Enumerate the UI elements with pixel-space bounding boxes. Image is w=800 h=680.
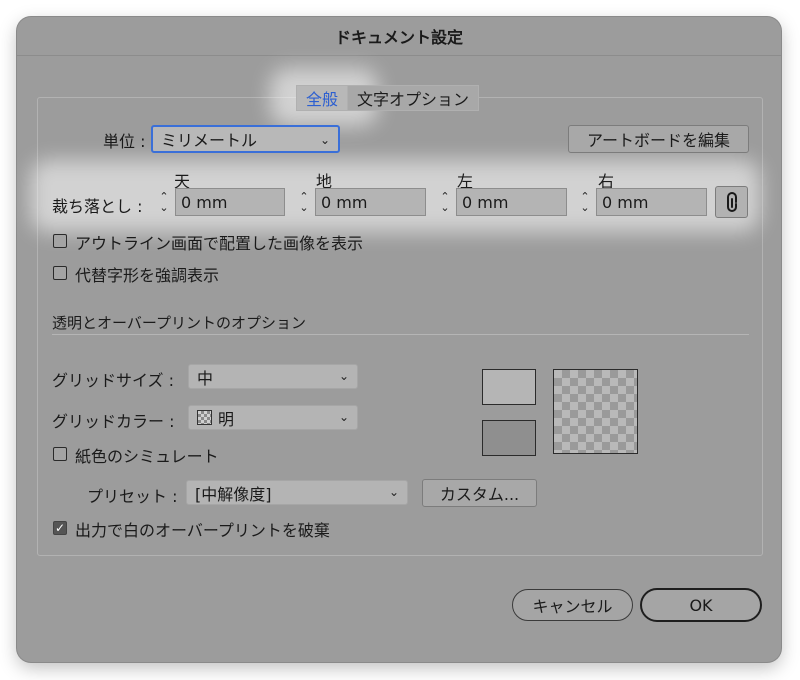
chevron-down-icon: ⌄: [580, 201, 590, 214]
tab-bar: 全般 文字オプション: [296, 85, 480, 111]
chevron-down-icon: ⌄: [338, 369, 349, 383]
chevron-down-icon: ⌄: [159, 201, 169, 214]
link-bleed-button[interactable]: [715, 186, 748, 218]
grid-color-dropdown[interactable]: 明 ⌄: [188, 405, 358, 430]
transparency-section-title: 透明とオーバープリントのオプション: [52, 314, 306, 332]
custom-button[interactable]: カスタム...: [422, 479, 537, 507]
chevron-down-icon: ⌄: [440, 201, 450, 214]
simulate-paper-checkbox[interactable]: [53, 447, 67, 461]
chevron-down-icon: ⌄: [299, 201, 309, 214]
bleed-left-stepper[interactable]: ⌃ ⌄: [435, 188, 455, 216]
highlight-glyphs-label: 代替字形を強調表示: [75, 266, 220, 285]
cancel-button[interactable]: キャンセル: [512, 589, 633, 621]
bleed-bottom-stepper[interactable]: ⌃ ⌄: [294, 188, 314, 216]
tab-general[interactable]: 全般: [296, 85, 349, 111]
tab-type-options[interactable]: 文字オプション: [348, 85, 480, 111]
bleed-right-input[interactable]: 0 mm: [596, 188, 707, 216]
grid-size-value: 中: [197, 368, 214, 388]
dialog-title: ドキュメント設定: [17, 17, 781, 56]
bleed-right-stepper[interactable]: ⌃ ⌄: [575, 188, 595, 216]
preset-dropdown[interactable]: [中解像度] ⌄: [186, 480, 408, 505]
bleed-top-input[interactable]: 0 mm: [175, 188, 285, 216]
transparency-grid-preview: [553, 369, 638, 454]
grid-size-dropdown[interactable]: 中 ⌄: [188, 364, 358, 389]
simulate-paper-label: 紙色のシミュレート: [75, 447, 219, 466]
chevron-down-icon: ⌄: [319, 133, 330, 147]
preset-label: プリセット :: [87, 487, 178, 506]
link-icon: [726, 192, 737, 212]
units-dropdown[interactable]: ミリメートル ⌄: [151, 125, 340, 153]
ok-button[interactable]: OK: [640, 588, 762, 622]
units-label: 単位 :: [103, 132, 146, 151]
checkmark-icon: ✓: [54, 521, 66, 535]
highlight-glyphs-checkbox[interactable]: [53, 266, 67, 280]
grid-color-light-swatch[interactable]: [482, 369, 536, 405]
chevron-down-icon: ⌄: [388, 485, 399, 499]
bleed-left-input[interactable]: 0 mm: [456, 188, 567, 216]
outline-images-checkbox[interactable]: [53, 234, 67, 248]
grid-color-dark-swatch[interactable]: [482, 420, 536, 456]
edit-artboard-button[interactable]: アートボードを編集: [568, 125, 749, 153]
outline-images-label: アウトライン画面で配置した画像を表示: [75, 234, 364, 253]
section-divider: [52, 334, 749, 335]
checker-swatch-icon: [197, 410, 212, 425]
grid-color-value: 明: [218, 409, 235, 429]
discard-overprint-checkbox[interactable]: ✓: [53, 521, 67, 535]
units-value: ミリメートル: [161, 131, 258, 150]
bleed-label: 裁ち落とし :: [52, 197, 143, 216]
grid-size-label: グリッドサイズ :: [52, 371, 174, 390]
discard-overprint-label: 出力で白のオーバープリントを破棄: [75, 521, 330, 540]
preset-value: [中解像度]: [195, 484, 272, 504]
grid-color-label: グリッドカラー :: [52, 412, 175, 431]
chevron-down-icon: ⌄: [338, 410, 349, 424]
bleed-bottom-input[interactable]: 0 mm: [315, 188, 426, 216]
bleed-top-stepper[interactable]: ⌃ ⌄: [154, 188, 174, 216]
